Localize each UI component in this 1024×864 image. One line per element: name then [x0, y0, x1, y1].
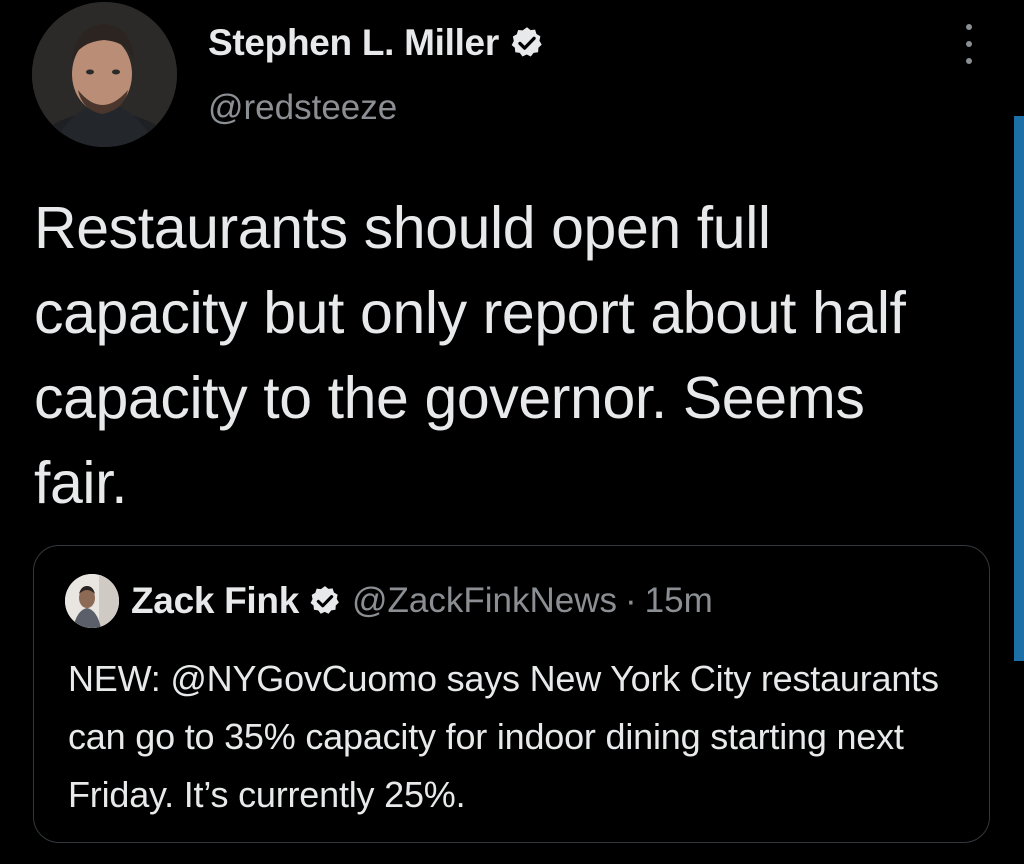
scrollbar[interactable] [1014, 116, 1024, 661]
quoted-author-handle[interactable]: @ZackFinkNews [352, 581, 617, 621]
tweet-text: Restaurants should open full capacity bu… [34, 195, 906, 516]
author-avatar-image [32, 2, 177, 147]
verified-badge-icon [509, 25, 545, 61]
more-dot [966, 24, 972, 30]
quoted-timestamp[interactable]: 15m [645, 581, 713, 621]
quoted-author-avatar[interactable] [65, 574, 119, 628]
author-name-row: Stephen L. Miller [208, 20, 545, 66]
verified-badge-icon [308, 584, 342, 618]
tweet: Stephen L. Miller @redsteeze Restaurants… [0, 0, 1024, 864]
quoted-tweet-text: NEW: @NYGovCuomo says New York City rest… [68, 658, 939, 815]
quoted-author-display-name[interactable]: Zack Fink [131, 580, 299, 622]
more-options-icon[interactable] [956, 24, 982, 64]
quoted-author-avatar-image [65, 574, 119, 628]
author-avatar[interactable] [32, 2, 177, 147]
more-dot [966, 41, 972, 47]
more-dot [966, 58, 972, 64]
quoted-separator-dot: · [625, 581, 637, 620]
author-display-name[interactable]: Stephen L. Miller [208, 22, 499, 64]
quoted-tweet-card[interactable]: Zack Fink @ZackFinkNews · 15m NEW: @NYGo… [33, 545, 990, 843]
author-handle[interactable]: @redsteeze [208, 88, 397, 128]
quoted-tweet-header: Zack Fink @ZackFinkNews · 15m [65, 574, 713, 628]
